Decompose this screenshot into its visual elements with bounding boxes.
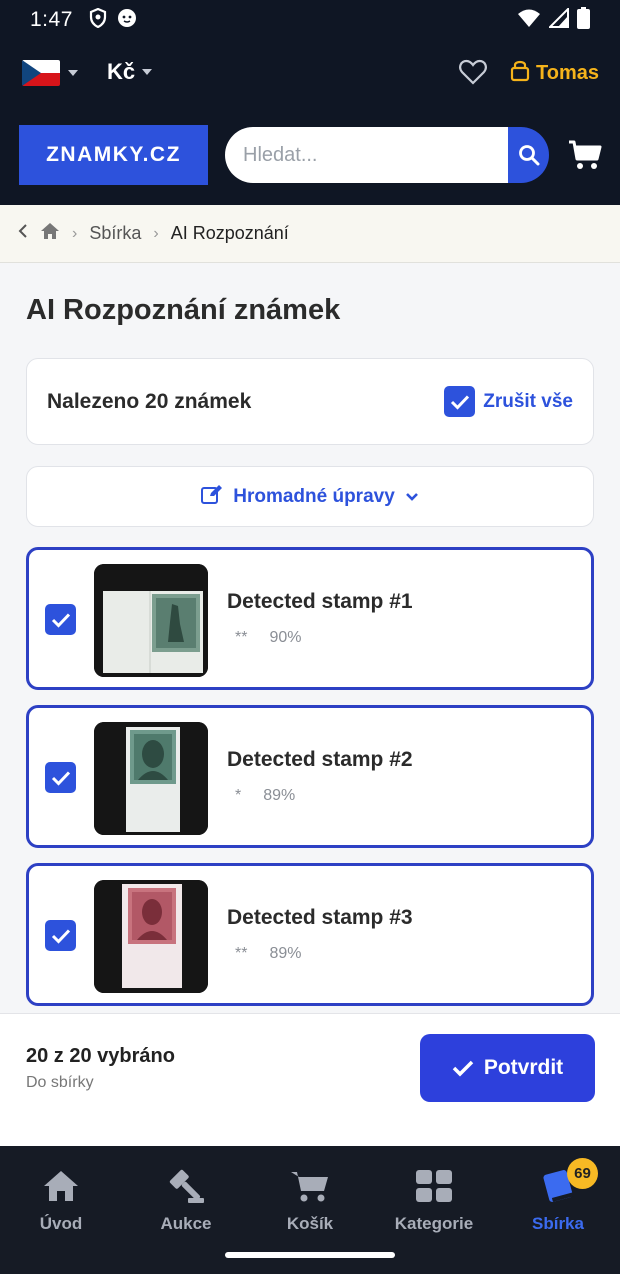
user-name: Tomas: [536, 61, 599, 84]
czech-flag-icon: [22, 60, 60, 86]
bulk-edit-toggle[interactable]: Hromadné úpravy: [26, 466, 594, 527]
confirm-label: Potvrdit: [483, 1056, 564, 1079]
gavel-icon: [131, 1166, 241, 1206]
collection-count-badge: 69: [567, 1158, 598, 1189]
unselect-all-button[interactable]: Zrušit vše: [444, 386, 573, 417]
stamp-card[interactable]: Detected stamp #2 * 89%: [26, 705, 594, 848]
stamp-thumbnail: [94, 880, 208, 993]
nav-item-label: Aukce: [160, 1214, 212, 1233]
stamp-name: Detected stamp #1: [227, 590, 413, 613]
chevron-down-icon: [142, 69, 153, 75]
stamp-grade: *: [235, 787, 242, 804]
wifi-icon: [517, 8, 541, 33]
search-bar: [225, 127, 549, 183]
found-count-text: Nalezeno 20 známek: [47, 389, 252, 413]
wishlist-heart-icon[interactable]: [459, 59, 487, 90]
nav-item-auctions[interactable]: Aukce: [131, 1166, 241, 1234]
breadcrumb: › Sbírka › AI Rozpoznání: [0, 205, 620, 263]
found-summary-card: Nalezeno 20 známek Zrušit vše: [26, 358, 594, 445]
stamp-thumbnail: [94, 722, 208, 835]
chevron-down-icon: [68, 70, 78, 76]
stamp-checkbox[interactable]: [45, 920, 76, 951]
grid-icon: [379, 1166, 489, 1206]
language-selector[interactable]: [22, 60, 78, 86]
home-icon: [6, 1166, 116, 1206]
stamp-confidence: 90%: [269, 629, 302, 646]
nav-item-label: Košík: [286, 1214, 334, 1233]
stamp-grade: **: [235, 945, 248, 962]
stamp-confidence: 89%: [269, 945, 302, 962]
stamp-grade: **: [235, 629, 248, 646]
site-logo[interactable]: ZNAMKY.CZ: [19, 125, 208, 185]
stamp-name: Detected stamp #2: [227, 748, 413, 771]
stamp-confidence: 89%: [263, 787, 296, 804]
gesture-home-bar[interactable]: [225, 1252, 395, 1258]
site-header: Kč Tomas ZNAMKY.CZ: [0, 40, 620, 205]
nav-item-label: Sbírka: [532, 1214, 584, 1233]
stamp-checkbox[interactable]: [45, 604, 76, 635]
back-chevron-icon[interactable]: [18, 223, 28, 244]
nav-item-collection[interactable]: 69 Sbírka: [503, 1158, 613, 1234]
lock-user-icon: [510, 58, 530, 88]
page-title: AI Rozpoznání známek: [26, 294, 341, 326]
checkmark-icon: [51, 770, 70, 786]
stamp-name: Detected stamp #3: [227, 906, 413, 929]
nav-item-label: Úvod: [39, 1214, 83, 1233]
status-bar: 1:47: [0, 0, 620, 40]
nav-item-label: Kategorie: [394, 1214, 474, 1233]
search-input[interactable]: [225, 127, 508, 183]
selection-action-bar: 20 z 20 vybráno Do sbírky Potvrdit: [0, 1013, 620, 1146]
chevron-down-icon: [405, 486, 419, 508]
search-button[interactable]: [508, 127, 549, 183]
edit-icon: [201, 484, 223, 510]
nav-item-home[interactable]: Úvod: [6, 1166, 116, 1234]
breadcrumb-separator-icon: ›: [153, 224, 159, 242]
checkbox-checked-icon: [444, 386, 476, 417]
breadcrumb-item-current: AI Rozpoznání: [170, 223, 289, 243]
cart-icon[interactable]: [568, 140, 602, 175]
notification-cat-icon: [117, 8, 137, 33]
user-account-link[interactable]: Tomas: [510, 58, 599, 88]
breadcrumb-item-collection[interactable]: Sbírka: [89, 223, 141, 244]
bottom-navigation: Úvod Aukce Košík Kategorie 69 Sbírka: [0, 1146, 620, 1274]
currency-label: Kč: [107, 59, 136, 84]
search-icon: [518, 145, 539, 166]
nav-item-cart[interactable]: Košík: [255, 1166, 365, 1234]
nav-item-categories[interactable]: Kategorie: [379, 1166, 489, 1234]
battery-icon: [577, 6, 590, 34]
vpn-shield-icon: [89, 7, 107, 33]
stamp-card[interactable]: Detected stamp #1 ** 90%: [26, 547, 594, 690]
currency-selector[interactable]: Kč: [107, 59, 153, 85]
destination-label: Do sbírky: [26, 1074, 94, 1091]
signal-icon: [547, 6, 569, 33]
breadcrumb-separator-icon: ›: [72, 224, 78, 242]
unselect-all-label: Zrušit vše: [483, 390, 573, 412]
stamp-checkbox[interactable]: [45, 762, 76, 793]
confirm-button[interactable]: Potvrdit: [420, 1034, 595, 1102]
stamp-card[interactable]: Detected stamp #3 ** 89%: [26, 863, 594, 1006]
status-time: 1:47: [30, 8, 73, 31]
checkmark-icon: [51, 928, 70, 944]
cart-icon: [255, 1166, 365, 1206]
bulk-edit-label: Hromadné úpravy: [233, 485, 395, 507]
checkmark-icon: [452, 1060, 474, 1077]
home-icon[interactable]: [40, 222, 60, 245]
checkmark-icon: [51, 612, 70, 628]
selected-count: 20 z 20 vybráno: [26, 1045, 175, 1067]
stamp-thumbnail: [94, 564, 208, 677]
